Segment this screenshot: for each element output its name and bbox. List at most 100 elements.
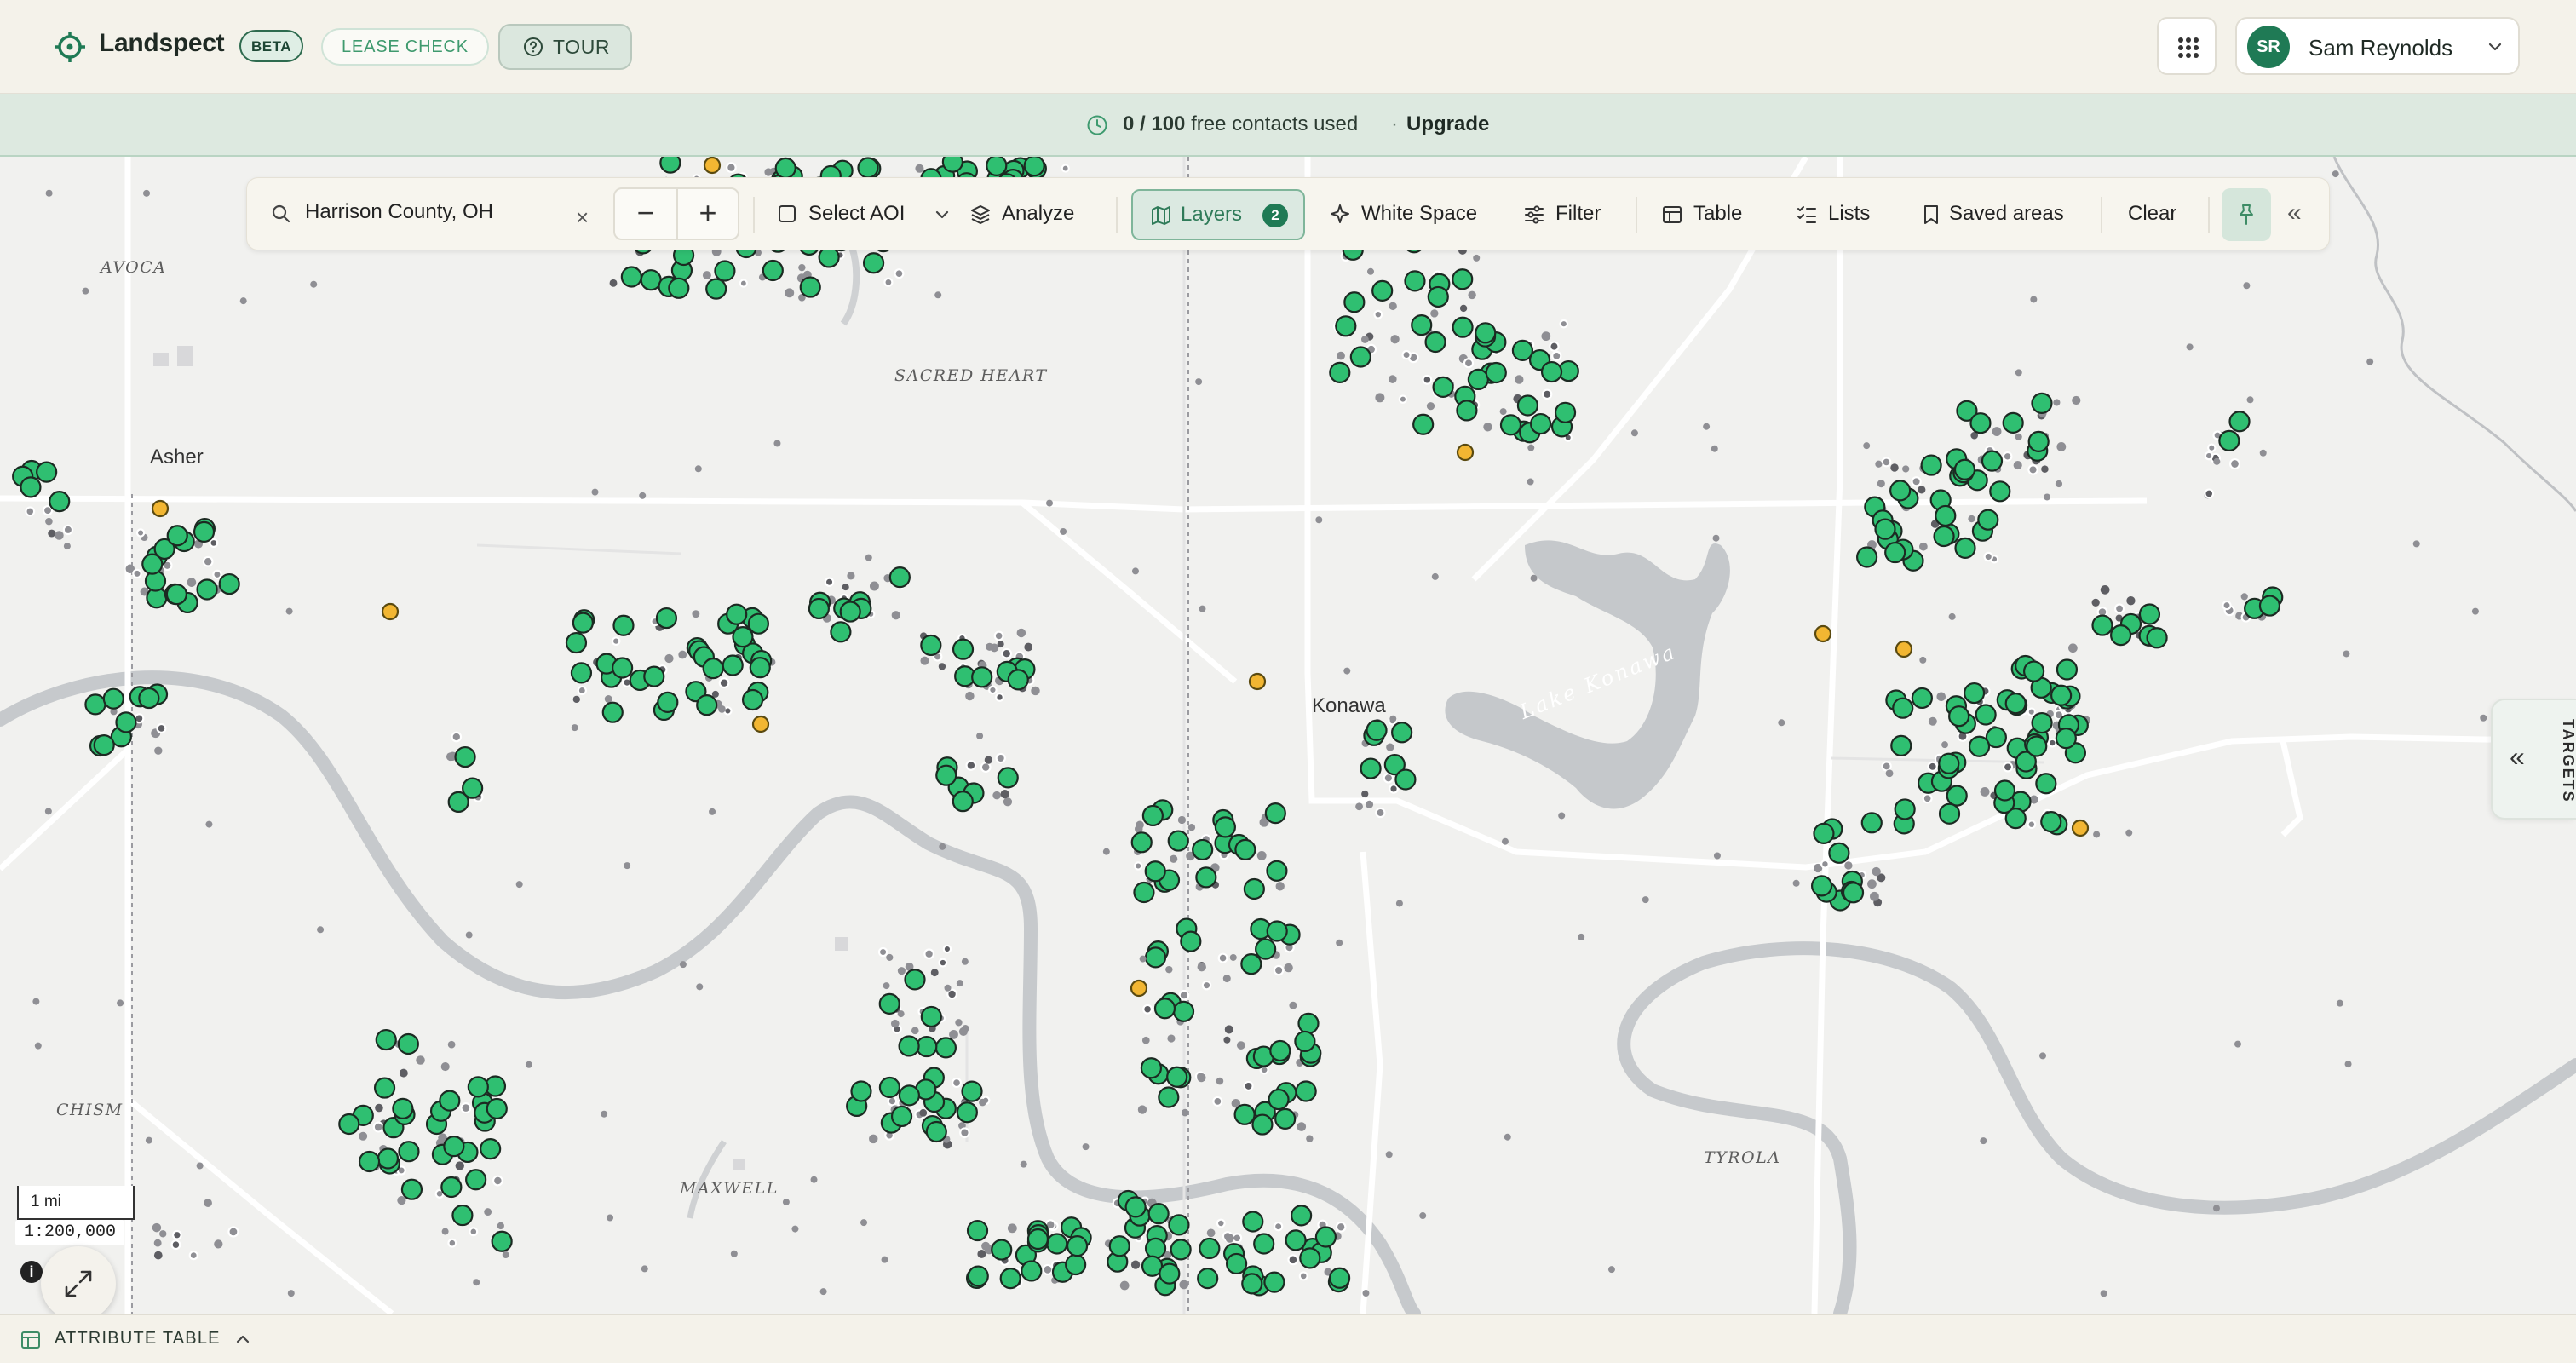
well-marker[interactable] bbox=[1180, 930, 1202, 952]
well-marker[interactable] bbox=[1233, 1103, 1256, 1125]
well-marker[interactable] bbox=[878, 1076, 901, 1099]
well-marker[interactable] bbox=[860, 1219, 868, 1227]
user-menu-button[interactable]: SR Sam Reynolds bbox=[2235, 17, 2520, 75]
well-marker[interactable] bbox=[808, 597, 830, 620]
well-marker[interactable] bbox=[62, 524, 74, 536]
pin-toolbar-button[interactable] bbox=[2222, 188, 2271, 241]
well-marker[interactable] bbox=[1023, 157, 1045, 177]
well-marker[interactable] bbox=[1452, 268, 1474, 290]
well-marker[interactable] bbox=[850, 1080, 872, 1102]
well-marker[interactable] bbox=[934, 291, 942, 299]
well-marker[interactable] bbox=[824, 577, 835, 587]
well-marker[interactable] bbox=[2204, 451, 2214, 461]
well-marker[interactable] bbox=[1253, 1233, 1275, 1255]
well-marker[interactable] bbox=[2027, 820, 2037, 830]
well-marker[interactable] bbox=[1401, 349, 1412, 360]
well-marker[interactable] bbox=[703, 157, 722, 175]
well-marker[interactable] bbox=[911, 1027, 919, 1035]
well-marker[interactable] bbox=[639, 492, 647, 499]
well-marker[interactable] bbox=[447, 1238, 457, 1248]
well-marker[interactable] bbox=[49, 490, 71, 513]
well-marker[interactable] bbox=[1289, 1001, 1297, 1009]
well-marker[interactable] bbox=[773, 440, 781, 447]
well-marker[interactable] bbox=[467, 1076, 489, 1098]
well-marker[interactable] bbox=[1295, 1080, 1317, 1102]
well-marker[interactable] bbox=[1404, 270, 1426, 292]
well-marker[interactable] bbox=[1992, 427, 2002, 436]
well-marker[interactable] bbox=[1432, 376, 1454, 398]
well-marker[interactable] bbox=[1299, 1247, 1321, 1269]
well-marker[interactable] bbox=[611, 636, 621, 646]
well-marker[interactable] bbox=[2047, 738, 2057, 748]
well-marker[interactable] bbox=[705, 278, 727, 300]
well-marker[interactable] bbox=[1993, 779, 2016, 802]
well-marker[interactable] bbox=[1424, 331, 1446, 354]
well-marker[interactable] bbox=[640, 269, 662, 291]
well-marker[interactable] bbox=[205, 820, 213, 828]
well-marker[interactable] bbox=[1711, 445, 1718, 452]
well-marker[interactable] bbox=[641, 1265, 648, 1273]
well-marker[interactable] bbox=[726, 603, 748, 625]
well-marker[interactable] bbox=[2056, 658, 2079, 681]
well-marker[interactable] bbox=[25, 506, 36, 517]
well-marker[interactable] bbox=[865, 554, 872, 561]
well-marker[interactable] bbox=[1187, 824, 1196, 831]
well-marker[interactable] bbox=[1499, 414, 1522, 436]
well-marker[interactable] bbox=[460, 1102, 472, 1114]
well-marker[interactable] bbox=[2480, 714, 2487, 722]
well-marker[interactable] bbox=[1007, 1223, 1017, 1234]
well-marker[interactable] bbox=[1828, 842, 1850, 864]
well-marker[interactable] bbox=[1549, 341, 1560, 352]
well-marker[interactable] bbox=[152, 1222, 162, 1233]
attribute-table-bar[interactable]: ATTRIBUTE TABLE bbox=[0, 1314, 2576, 1363]
well-marker[interactable] bbox=[984, 756, 993, 764]
well-marker[interactable] bbox=[55, 531, 64, 540]
well-marker[interactable] bbox=[1328, 1267, 1351, 1289]
well-marker[interactable] bbox=[726, 162, 737, 173]
well-marker[interactable] bbox=[1349, 346, 1371, 368]
well-marker[interactable] bbox=[886, 953, 894, 961]
well-marker[interactable] bbox=[1390, 335, 1400, 344]
well-marker[interactable] bbox=[2027, 707, 2036, 716]
well-marker[interactable] bbox=[1197, 1268, 1219, 1290]
well-marker[interactable] bbox=[696, 694, 718, 716]
well-marker[interactable] bbox=[609, 279, 618, 287]
collapse-toolbar-button[interactable]: « bbox=[2287, 200, 2302, 226]
well-marker[interactable] bbox=[1102, 848, 1110, 855]
well-marker[interactable] bbox=[798, 264, 806, 272]
well-marker[interactable] bbox=[1195, 378, 1203, 386]
well-marker[interactable] bbox=[1251, 1113, 1274, 1136]
well-marker[interactable] bbox=[952, 791, 974, 813]
well-marker[interactable] bbox=[1178, 989, 1190, 1001]
well-marker[interactable] bbox=[440, 1176, 463, 1199]
well-marker[interactable] bbox=[888, 566, 911, 589]
well-marker[interactable] bbox=[2126, 596, 2136, 606]
well-marker[interactable] bbox=[938, 663, 946, 670]
well-marker[interactable] bbox=[1297, 1122, 1307, 1131]
well-marker[interactable] bbox=[643, 665, 665, 687]
well-marker[interactable] bbox=[1963, 682, 1986, 705]
well-marker[interactable] bbox=[1165, 965, 1173, 974]
well-marker[interactable] bbox=[1411, 313, 1433, 336]
well-marker[interactable] bbox=[117, 999, 124, 1007]
well-marker[interactable] bbox=[938, 958, 948, 968]
well-marker[interactable] bbox=[1485, 361, 1507, 384]
well-marker[interactable] bbox=[782, 1199, 790, 1206]
well-marker[interactable] bbox=[1948, 612, 1956, 620]
well-marker[interactable] bbox=[1274, 1107, 1297, 1130]
well-marker[interactable] bbox=[1144, 1237, 1167, 1259]
well-marker[interactable] bbox=[657, 691, 679, 713]
well-marker[interactable] bbox=[2186, 343, 2194, 351]
well-marker[interactable] bbox=[451, 731, 463, 743]
well-marker[interactable] bbox=[1980, 1137, 1987, 1145]
well-marker[interactable] bbox=[883, 277, 894, 287]
well-marker[interactable] bbox=[1890, 734, 1912, 756]
well-marker[interactable] bbox=[151, 499, 170, 518]
well-marker[interactable] bbox=[1130, 831, 1153, 854]
well-marker[interactable] bbox=[1026, 1228, 1049, 1251]
well-marker[interactable] bbox=[997, 767, 1019, 789]
well-marker[interactable] bbox=[45, 189, 53, 197]
well-marker[interactable] bbox=[678, 650, 687, 659]
well-marker[interactable] bbox=[2027, 464, 2038, 475]
well-marker[interactable] bbox=[1515, 375, 1524, 384]
